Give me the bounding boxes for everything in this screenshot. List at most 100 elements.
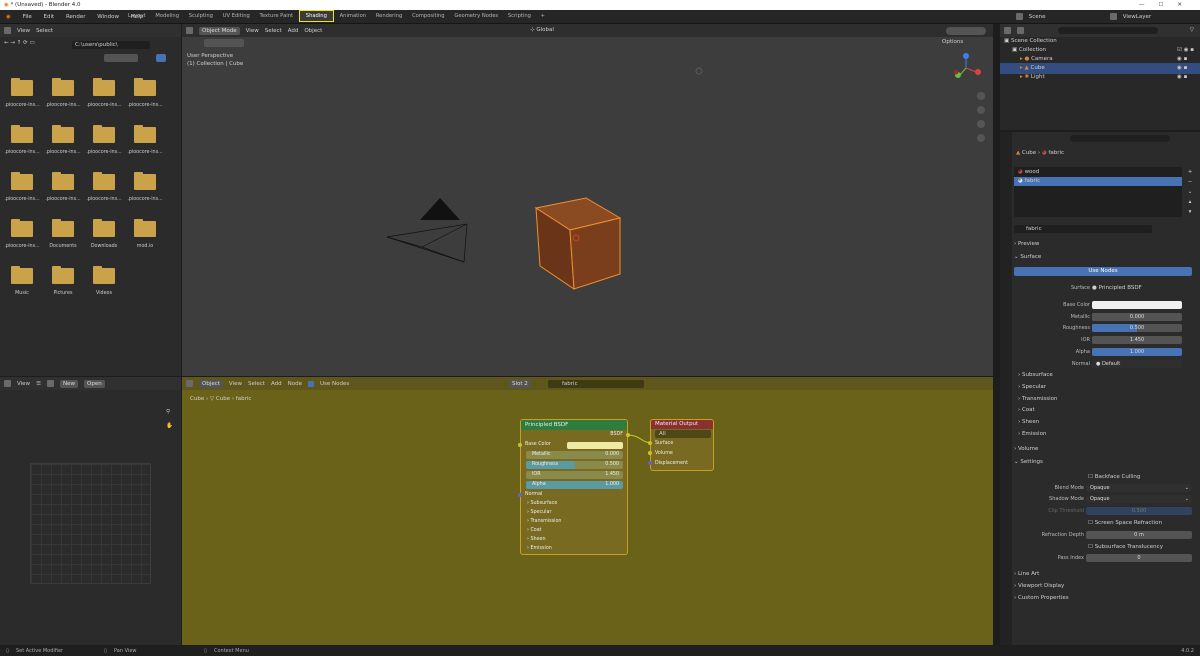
menu-window[interactable]: Window xyxy=(97,10,119,24)
file-item-label[interactable]: .pioocore-ins... xyxy=(125,103,165,108)
shadow-mode-dropdown[interactable]: Opaque ⌄ xyxy=(1086,495,1192,503)
roughness-field[interactable]: Roughness 0.500 xyxy=(526,461,623,469)
panel-custom-properties[interactable]: › Custom Properties xyxy=(1014,593,1200,604)
file-item-label[interactable]: .pioocore-ins... xyxy=(2,150,42,155)
bsdf-output-socket[interactable] xyxy=(626,433,630,437)
file-path-field[interactable]: C:\users\public\ xyxy=(72,41,150,49)
scene-selector[interactable]: Scene xyxy=(1016,13,1046,20)
pan-hand-icon[interactable]: ✋ xyxy=(166,423,173,429)
folder-icon[interactable] xyxy=(52,219,74,237)
panel-preview[interactable]: › Preview xyxy=(1014,239,1200,250)
refraction-depth-field[interactable]: 0 m xyxy=(1086,531,1192,539)
slot-row-fabric[interactable]: ◕ fabric xyxy=(1014,177,1182,186)
folder-icon[interactable] xyxy=(93,172,115,190)
zoom-icon[interactable]: ⚲ xyxy=(166,409,170,415)
file-item-label[interactable]: .pioocore-ins... xyxy=(84,150,124,155)
material-output-node[interactable]: Material Output All Surface Volume Displ… xyxy=(650,419,714,471)
pan-hand-icon[interactable] xyxy=(977,106,985,114)
properties-search-input[interactable] xyxy=(1070,135,1170,142)
folder-icon[interactable] xyxy=(52,266,74,284)
add-workspace-button[interactable]: + xyxy=(537,10,549,23)
panel-viewport-display[interactable]: › Viewport Display xyxy=(1014,581,1200,592)
filter-icon[interactable]: ▽ xyxy=(1190,27,1194,33)
filter-icon[interactable] xyxy=(156,54,166,62)
display-mode-buttons[interactable] xyxy=(104,54,138,62)
folder-icon[interactable] xyxy=(11,266,33,284)
subpanel-subsurface[interactable]: › Subsurface xyxy=(1018,370,1200,381)
base-color-swatch[interactable] xyxy=(1092,301,1182,309)
tab-shading[interactable]: Shading xyxy=(298,10,334,22)
file-item-label[interactable]: Downloads xyxy=(84,244,124,249)
surface-shader-field[interactable]: ● Principled BSDF xyxy=(1092,284,1142,292)
file-item-label[interactable]: .pioocore-ins... xyxy=(84,197,124,202)
principled-bsdf-node[interactable]: Principled BSDF BSDF Base Color Metallic… xyxy=(520,419,628,555)
open-image-button[interactable]: Open xyxy=(84,379,105,388)
parent-dir-icon[interactable]: ↑ xyxy=(17,40,22,46)
outliner-row-light[interactable]: ▸ ✺ Light xyxy=(1000,72,1200,83)
viewport-3d[interactable]: Object Mode View Select Add Object ⊹ Glo… xyxy=(182,24,993,376)
subpanel-specular[interactable]: › Specular xyxy=(527,509,551,517)
menu-lines-icon[interactable]: ☰ xyxy=(36,381,41,387)
use-nodes-button[interactable]: Use Nodes xyxy=(1014,267,1192,276)
folder-icon[interactable] xyxy=(11,125,33,143)
cube-object[interactable] xyxy=(534,197,622,290)
editor-type-icon[interactable] xyxy=(4,380,11,387)
file-browser-menu-select[interactable]: Select xyxy=(36,28,53,34)
file-item-label[interactable]: .pioocore-ins... xyxy=(125,150,165,155)
subpanel-coat[interactable]: › Coat xyxy=(1018,405,1200,416)
window-controls[interactable]: —☐✕ xyxy=(1139,0,1196,10)
folder-icon[interactable] xyxy=(52,125,74,143)
editor-type-icon[interactable] xyxy=(1004,27,1011,34)
folder-icon[interactable] xyxy=(134,78,156,96)
folder-icon[interactable] xyxy=(52,78,74,96)
file-item-label[interactable]: .pioocore-ins... xyxy=(84,103,124,108)
tab-uv-editing[interactable]: UV Editing xyxy=(219,10,254,23)
subpanel-emission[interactable]: › Emission xyxy=(527,545,552,553)
tab-texture-paint[interactable]: Texture Paint xyxy=(256,10,297,23)
camera-view-icon[interactable] xyxy=(977,120,985,128)
subpanel-transmission[interactable]: › Transmission xyxy=(527,518,561,526)
menu-file[interactable]: File xyxy=(23,10,32,24)
file-item-label[interactable]: .pioocore-ins... xyxy=(2,103,42,108)
image-browse-icon[interactable] xyxy=(47,380,54,387)
menu-render[interactable]: Render xyxy=(66,10,86,24)
pass-index-field[interactable]: 0 xyxy=(1086,554,1192,562)
file-item-label[interactable]: mod.io xyxy=(125,244,165,249)
panel-volume[interactable]: › Volume xyxy=(1014,444,1200,455)
subpanel-specular[interactable]: › Specular xyxy=(1018,382,1200,393)
navigation-gizmo[interactable] xyxy=(953,53,982,78)
file-item-label[interactable]: .pioocore-ins... xyxy=(43,103,83,108)
tab-layout[interactable]: Layout xyxy=(124,10,150,23)
file-item-label[interactable]: Documents xyxy=(43,244,83,249)
ssr-checkbox[interactable]: ☐ Screen Space Refraction xyxy=(1088,519,1162,527)
tab-scripting[interactable]: Scripting xyxy=(504,10,535,23)
subpanel-subsurface[interactable]: › Subsurface xyxy=(527,500,557,508)
folder-icon[interactable] xyxy=(134,125,156,143)
subpanel-sheen[interactable]: › Sheen xyxy=(1018,417,1200,428)
image-editor-menu-view[interactable]: View xyxy=(17,381,30,387)
tab-compositing[interactable]: Compositing xyxy=(408,10,449,23)
base-color-socket[interactable] xyxy=(518,443,522,447)
subpanel-sheen[interactable]: › Sheen xyxy=(527,536,545,544)
metallic-field[interactable]: Metallic 0.000 xyxy=(526,451,623,459)
outliner-search-input[interactable] xyxy=(1058,27,1158,34)
panel-settings[interactable]: ⌄ Settings xyxy=(1014,457,1200,468)
camera-object[interactable] xyxy=(386,198,468,263)
slot-row-wood[interactable]: ◕ wood xyxy=(1014,168,1182,177)
subpanel-emission[interactable]: › Emission xyxy=(1018,429,1200,440)
output-target-dropdown[interactable]: All xyxy=(655,430,711,438)
scene-name[interactable]: Scene xyxy=(1029,14,1046,20)
slot-side-buttons[interactable]: + − ⌄ ▴ ▾ xyxy=(1186,167,1194,217)
folder-icon[interactable] xyxy=(52,172,74,190)
alpha-field[interactable]: Alpha 1.000 xyxy=(526,481,623,489)
forward-arrow-icon[interactable]: → xyxy=(10,40,15,46)
subpanel-coat[interactable]: › Coat xyxy=(527,527,542,535)
menu-edit[interactable]: Edit xyxy=(44,10,55,24)
material-datablock-field[interactable]: fabric xyxy=(1014,225,1152,233)
ior-field[interactable]: IOR 1.450 xyxy=(526,471,623,479)
file-item-label[interactable]: .pioocore-ins... xyxy=(125,197,165,202)
editor-type-icon[interactable] xyxy=(4,27,11,34)
new-folder-icon[interactable]: ▭ xyxy=(29,40,34,46)
file-item-label[interactable]: Pictures xyxy=(43,291,83,296)
roughness-field[interactable]: 0.500 xyxy=(1092,324,1182,332)
